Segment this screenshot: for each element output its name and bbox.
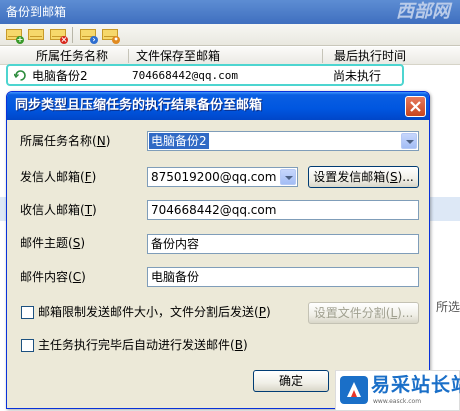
content-label: 邮件内容(C) [20,270,86,284]
row-task-name: 电脑备份2 [32,69,88,83]
column-header-email[interactable]: 文件保存至邮箱 [136,47,220,65]
recipient-label: 收信人邮箱(T) [20,203,97,217]
sender-email-select[interactable]: 875019200@qq.com [147,167,298,187]
subject-field[interactable]: 备份内容 [147,234,419,254]
close-icon [410,101,421,112]
row-last-run: 尚未执行 [333,69,382,83]
toolbar: + × › • [0,24,460,46]
toolbar-separator [72,27,73,43]
set-file-split-button[interactable]: 设置文件分割(L)... [308,302,419,324]
background-window-title: 备份到邮箱 [0,0,460,24]
auto-send-label[interactable]: 主任务执行完毕后自动进行发送邮件(B) [38,336,248,354]
logo-subtext: www.easck.com [373,398,422,405]
column-header-task[interactable]: 所属任务名称 [36,47,108,65]
background-side-text: 所选 [436,300,460,314]
task-name-value: 电脑备份2 [149,133,209,149]
logo-text: 易采站长站 [371,374,460,396]
mail-delete-icon[interactable]: × [50,27,68,44]
mail-send-icon[interactable]: › [80,27,98,44]
sender-email-value: 875019200@qq.com [151,170,277,184]
column-header-last-run[interactable]: 最后执行时间 [334,47,406,65]
backup-to-email-dialog: 同步类型且压缩任务的执行结果备份至邮箱 所属任务名称(N) 电脑备份2 发信人邮… [6,91,430,409]
split-file-label[interactable]: 邮箱限制发送邮件大小，文件分割后发送(P) [38,303,271,321]
refresh-icon [13,69,27,82]
split-file-checkbox[interactable] [21,306,34,319]
set-sender-email-button[interactable]: 设置发信邮箱(S)... [308,166,419,188]
close-button[interactable] [405,96,426,117]
list-header: 所属任务名称 文件保存至邮箱 最后执行时间 [0,47,460,65]
mail-settings-icon[interactable]: • [102,27,120,44]
chevron-down-icon[interactable] [280,169,296,185]
dialog-titlebar[interactable]: 同步类型且压缩任务的执行结果备份至邮箱 [7,92,429,120]
recipient-email-field[interactable]: 704668442@qq.com [147,200,419,220]
watermark-text: 西部网 [396,1,450,22]
mail-add-icon[interactable]: + [6,27,24,44]
task-name-select[interactable]: 电脑备份2 [147,131,419,151]
dialog-title: 同步类型且压缩任务的执行结果备份至邮箱 [15,98,263,113]
mail-open-icon[interactable] [28,27,44,42]
ok-button[interactable]: 确定 [253,370,329,392]
content-field[interactable]: 电脑备份 [147,267,419,287]
sender-label: 发信人邮箱(F) [20,170,97,184]
site-logo: 易采站长站 www.easck.com [335,370,460,411]
chevron-down-icon[interactable] [401,133,417,149]
subject-label: 邮件主题(S) [20,236,86,250]
auto-send-checkbox[interactable] [21,339,34,352]
row-email: 704668442@qq.com [132,69,238,82]
task-name-label: 所属任务名称(N) [20,134,111,148]
logo-mark-icon [339,375,369,405]
table-row[interactable]: 电脑备份2 704668442@qq.com 尚未执行 [6,64,404,86]
